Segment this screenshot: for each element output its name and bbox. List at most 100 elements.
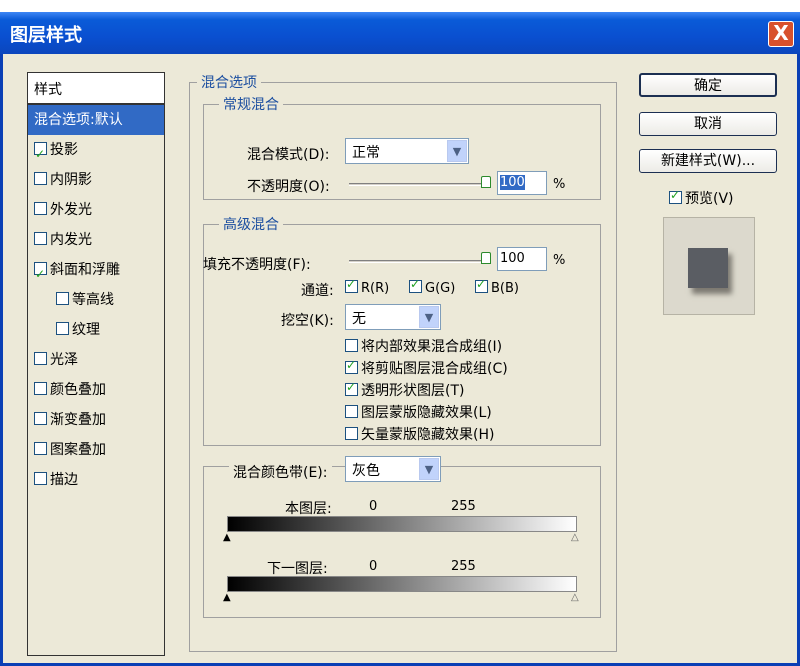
new-style-button[interactable]: 新建样式(W)... (639, 149, 777, 173)
advanced-option-checkbox[interactable]: 将内部效果混合成组(I) (345, 336, 502, 356)
checkbox-icon[interactable] (34, 442, 47, 455)
style-item[interactable]: 图案叠加 (28, 435, 164, 465)
this-layer-max: 255 (451, 499, 476, 514)
style-item-label: 内阴影 (50, 172, 92, 188)
checkbox-icon[interactable] (56, 322, 69, 335)
checkbox-icon[interactable] (34, 232, 47, 245)
advanced-option-checkbox[interactable]: 图层蒙版隐藏效果(L) (345, 402, 492, 422)
advanced-option-checkbox[interactable]: 将剪贴图层混合成组(C) (345, 358, 508, 378)
style-item[interactable]: 内阴影 (28, 165, 164, 195)
preview-checkbox[interactable]: 预览(V) (669, 188, 734, 208)
styles-list: 样式 混合选项:默认投影内阴影外发光内发光斜面和浮雕等高线纹理光泽颜色叠加渐变叠… (27, 72, 165, 656)
checkbox-icon[interactable] (34, 172, 47, 185)
knockout-select[interactable]: 无 ▼ (345, 304, 441, 330)
checkbox-icon (409, 277, 422, 293)
blending-options-panel: 混合选项 常规混合 混合模式(D): 正常 ▼ 不透明度(O): 100 % 高… (189, 72, 619, 656)
opacity-slider-thumb-icon[interactable] (481, 176, 491, 188)
preview-square (688, 248, 728, 288)
style-item-label: 描边 (50, 472, 78, 488)
checkbox-icon[interactable] (34, 352, 47, 365)
style-item-label: 斜面和浮雕 (50, 262, 120, 278)
style-item-label: 等高线 (72, 292, 114, 308)
checkbox-icon[interactable] (34, 472, 47, 485)
fill-opacity-unit: % (553, 253, 566, 268)
blend-mode-select[interactable]: 正常 ▼ (345, 138, 469, 164)
opacity-input[interactable]: 100 (497, 171, 547, 195)
blend-if-select[interactable]: 灰色 ▼ (345, 456, 441, 482)
checkbox-icon[interactable] (34, 139, 47, 169)
style-item-label: 内发光 (50, 232, 92, 248)
advanced-option-checkbox[interactable]: 透明形状图层(T) (345, 380, 464, 400)
fill-opacity-input[interactable]: 100 (497, 247, 547, 271)
cancel-button[interactable]: 取消 (639, 112, 777, 136)
advanced-option-label: 透明形状图层(T) (361, 383, 465, 399)
advanced-option-label: 将剪贴图层混合成组(C) (361, 361, 508, 377)
style-item-label: 投影 (50, 142, 78, 158)
this-layer-black-slider-icon[interactable]: ▲ (223, 532, 231, 543)
style-item[interactable]: 光泽 (28, 345, 164, 375)
advanced-option-checkbox[interactable]: 矢量蒙版隐藏效果(H) (345, 424, 494, 444)
ok-button[interactable]: 确定 (639, 73, 777, 97)
style-item-label: 混合选项:默认 (34, 112, 123, 128)
style-item-label: 外发光 (50, 202, 92, 218)
opacity-slider[interactable] (349, 183, 485, 186)
blend-if-value: 灰色 (352, 463, 380, 479)
style-item[interactable]: 等高线 (28, 285, 164, 315)
checkbox-icon (345, 339, 358, 352)
style-item-label: 纹理 (72, 322, 100, 338)
checkbox-icon (345, 277, 358, 293)
close-button[interactable]: X (768, 21, 794, 47)
style-item[interactable]: 斜面和浮雕 (28, 255, 164, 289)
blending-options-title: 混合选项 (197, 72, 261, 92)
checkbox-icon (345, 358, 358, 374)
fill-opacity-slider-thumb-icon[interactable] (481, 252, 491, 264)
checkbox-icon (475, 277, 488, 293)
style-item[interactable]: 颜色叠加 (28, 375, 164, 405)
checkbox-icon[interactable] (34, 382, 47, 395)
layer-style-dialog: 图层样式 X 样式 混合选项:默认投影内阴影外发光内发光斜面和浮雕等高线纹理光泽… (0, 12, 800, 666)
knockout-label: 挖空(K): (281, 313, 334, 329)
title-bar: 图层样式 X (0, 12, 800, 54)
style-preview (663, 217, 755, 315)
window-title: 图层样式 (10, 25, 82, 46)
opacity-unit: % (553, 177, 566, 192)
advanced-option-label: 矢量蒙版隐藏效果(H) (361, 427, 495, 443)
checkbox-icon[interactable] (34, 202, 47, 215)
underlying-layer-label: 下一图层: (267, 561, 328, 577)
opacity-label: 不透明度(O): (247, 179, 330, 195)
knockout-value: 无 (352, 311, 366, 327)
channel-r-checkbox[interactable]: R(R) (345, 277, 389, 296)
style-item[interactable]: 投影 (28, 135, 164, 169)
style-item[interactable]: 内发光 (28, 225, 164, 255)
blend-mode-label: 混合模式(D): (247, 147, 330, 163)
channels-label: 通道: (301, 283, 334, 299)
style-item-label: 颜色叠加 (50, 382, 106, 398)
underlying-layer-gradient[interactable] (227, 576, 577, 592)
underlying-layer-max: 255 (451, 559, 476, 574)
general-blending-title: 常规混合 (219, 94, 283, 114)
checkbox-icon[interactable] (34, 412, 47, 425)
style-item-label: 光泽 (50, 352, 78, 368)
this-layer-label: 本图层: (285, 501, 332, 517)
style-item[interactable]: 描边 (28, 465, 164, 495)
this-layer-gradient[interactable] (227, 516, 577, 532)
advanced-option-label: 将内部效果混合成组(I) (361, 339, 503, 355)
style-item[interactable]: 外发光 (28, 195, 164, 225)
underlying-layer-white-slider-icon[interactable]: △ (571, 592, 579, 603)
chevron-down-icon: ▼ (447, 140, 467, 162)
this-layer-white-slider-icon[interactable]: △ (571, 532, 579, 543)
chevron-down-icon: ▼ (419, 306, 439, 328)
style-item[interactable]: 渐变叠加 (28, 405, 164, 435)
checkbox-icon[interactable] (56, 292, 69, 305)
style-item[interactable]: 混合选项:默认 (28, 105, 164, 135)
fill-opacity-slider[interactable] (349, 260, 485, 263)
close-icon: X (773, 21, 789, 45)
underlying-layer-black-slider-icon[interactable]: ▲ (223, 592, 231, 603)
checkbox-icon (669, 188, 682, 204)
channel-g-checkbox[interactable]: G(G) (409, 277, 455, 296)
style-item[interactable]: 纹理 (28, 315, 164, 345)
style-item-label: 图案叠加 (50, 442, 106, 458)
checkbox-icon[interactable] (34, 259, 47, 289)
channel-b-checkbox[interactable]: B(B) (475, 277, 519, 296)
styles-list-header: 样式 (28, 73, 164, 105)
